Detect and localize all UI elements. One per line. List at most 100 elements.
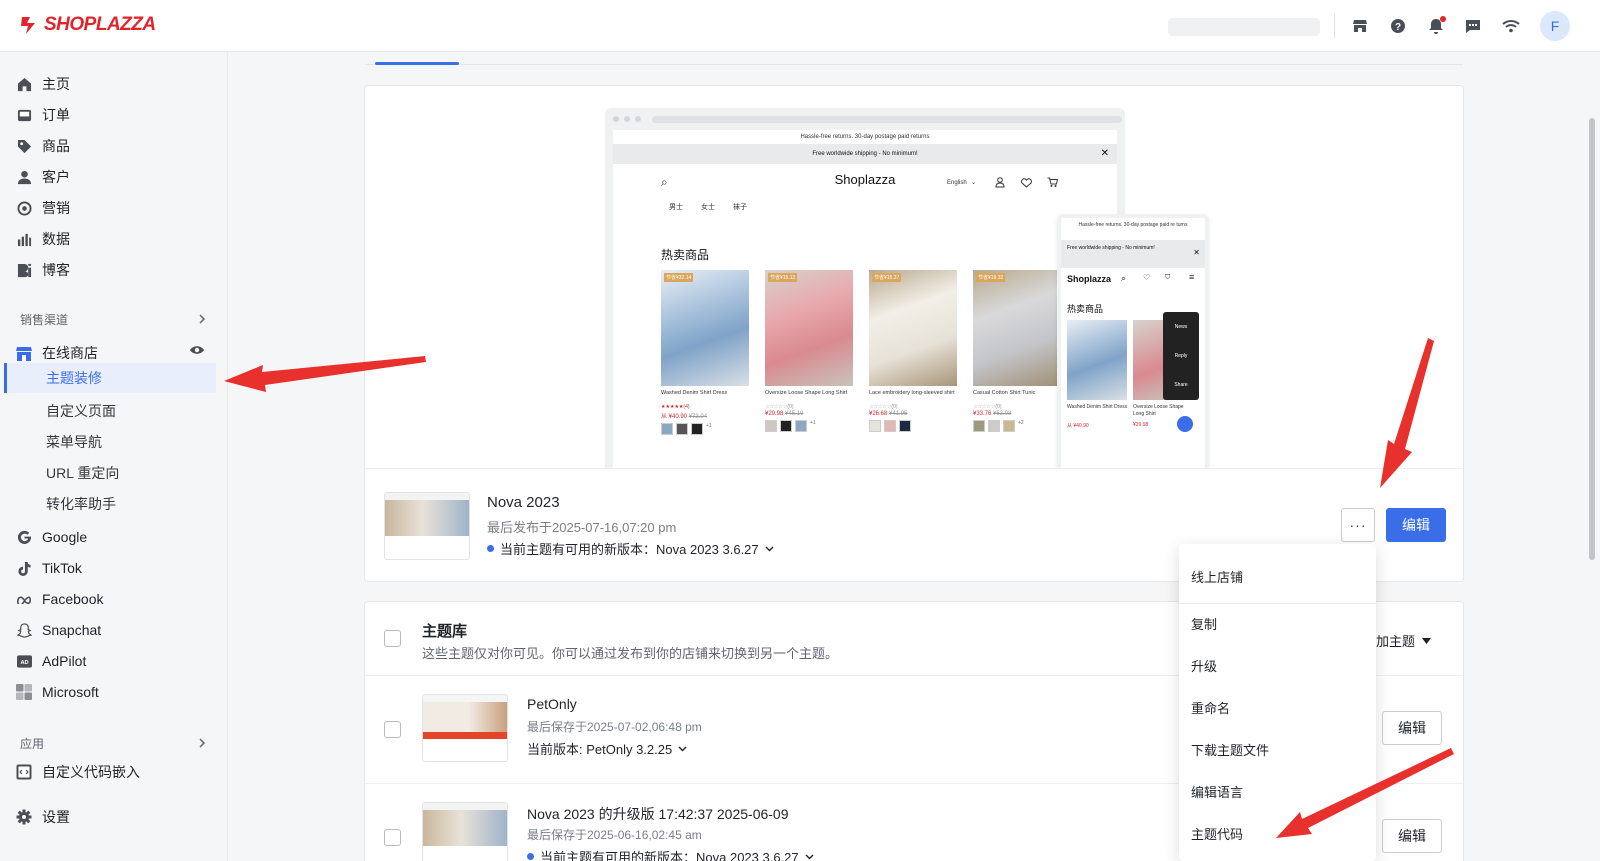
thumb-banner bbox=[423, 732, 507, 739]
more-actions-menu: 线上店铺 复制 升级 重命名 下载主题文件 编辑语言 主题代码 bbox=[1179, 544, 1376, 861]
help-icon[interactable]: ? bbox=[1387, 15, 1409, 37]
product-image: 节省¥15.12 bbox=[765, 270, 853, 386]
thumb-header bbox=[385, 493, 469, 500]
sidebar-subitem-menu-nav[interactable]: 菜单导航 bbox=[46, 430, 102, 454]
user-avatar[interactable]: F bbox=[1540, 11, 1570, 41]
sidebar-item-home[interactable]: 主页 bbox=[16, 71, 70, 97]
brand-wordmark: SHOPLAZZA bbox=[44, 14, 156, 35]
google-icon bbox=[16, 529, 32, 545]
product-price: ¥33.76 bbox=[973, 411, 992, 417]
sidebar-item-marketing[interactable]: 营销 bbox=[16, 195, 70, 221]
chevron-down-icon bbox=[678, 746, 687, 751]
menu-item-upgrade[interactable]: 升级 bbox=[1191, 653, 1217, 677]
theme-version[interactable]: 当前版本: PetOnly 3.2.25 bbox=[527, 739, 687, 758]
product-rating: ☆☆☆☆☆(0) bbox=[869, 404, 898, 410]
meta-icon bbox=[16, 591, 32, 607]
sidebar-item-orders[interactable]: 订单 bbox=[16, 102, 70, 128]
swatch bbox=[884, 420, 896, 432]
sidebar-item-google[interactable]: Google bbox=[16, 524, 87, 550]
sidebar-item-facebook[interactable]: Facebook bbox=[16, 586, 103, 612]
sidebar-item-label: 订单 bbox=[42, 107, 70, 123]
menu-item-online-store[interactable]: 线上店铺 bbox=[1191, 564, 1243, 588]
sidebar-item-settings[interactable]: 设置 bbox=[16, 804, 70, 830]
swatch bbox=[765, 420, 777, 432]
update-text: 当前主题有可用的新版本：Nova 2023 3.6.27 bbox=[500, 542, 759, 557]
sidebar-subitem-themes[interactable]: 主题装修 bbox=[46, 366, 102, 390]
sidebar-item-blog[interactable]: 博客 bbox=[16, 257, 70, 283]
mobile-page: Hassle-free returns. 30-day postage paid… bbox=[1061, 218, 1205, 468]
swatch bbox=[869, 420, 881, 432]
version-text: 当前版本: PetOnly 3.2.25 bbox=[527, 742, 673, 757]
edit-theme-button[interactable]: 编辑 bbox=[1386, 508, 1446, 542]
update-dot bbox=[487, 545, 494, 552]
sidebar-item-label: 主页 bbox=[42, 76, 70, 92]
theme-name: Nova 2023 的升级版 17:42:37 2025-06-09 bbox=[527, 806, 789, 822]
brand-logo[interactable]: SHOPLAZZA bbox=[18, 14, 156, 36]
theme-row-checkbox[interactable] bbox=[384, 829, 401, 846]
edit-theme-button[interactable]: 编辑 bbox=[1382, 819, 1442, 853]
sidebar-subitem-url-redirect[interactable]: URL 重定向 bbox=[46, 461, 119, 485]
sidebar-item-custom-code[interactable]: 自定义代码嵌入 bbox=[16, 759, 140, 785]
menu-item-theme-code[interactable]: 主题代码 bbox=[1191, 821, 1243, 845]
sidebar-item-microsoft[interactable]: Microsoft bbox=[16, 679, 99, 705]
select-all-checkbox[interactable] bbox=[384, 630, 401, 647]
theme-update-notice[interactable]: 当前主题有可用的新版本：Nova 2023 3.6.27 bbox=[487, 539, 774, 558]
theme-saved-date: 最后保存于2025-07-02,06:48 pm bbox=[527, 720, 702, 734]
sidebar-subitem-custom-pages[interactable]: 自定义页面 bbox=[46, 399, 116, 423]
theme-update-notice[interactable]: 当前主题有可用的新版本：Nova 2023 3.6.27 bbox=[527, 847, 814, 861]
tag-icon bbox=[16, 138, 32, 154]
sidebar-item-label: 博客 bbox=[42, 262, 70, 278]
theme-preview[interactable]: Hassle-free returns. 30-day postage paid… bbox=[365, 86, 1463, 469]
shoplazza-logo-icon bbox=[21, 17, 35, 34]
sales-channels-title: 销售渠道 bbox=[20, 313, 69, 327]
shipping-bar: Free worldwide shipping - No minimum! ✕ bbox=[613, 144, 1117, 164]
add-theme-button[interactable]: 加主题 bbox=[1376, 631, 1432, 650]
mobile-store-name: Shoplazza bbox=[1067, 274, 1112, 284]
swatch bbox=[691, 423, 703, 435]
sidebar-item-products[interactable]: 商品 bbox=[16, 133, 70, 159]
sidebar-item-label: 在线商店 bbox=[42, 345, 98, 361]
discount-tag: 节省¥19.32 bbox=[976, 273, 1006, 282]
language-selector: English bbox=[947, 180, 967, 186]
chevron-right-icon[interactable] bbox=[197, 314, 207, 324]
product-name: Washed Denim Shirt Dress bbox=[661, 390, 728, 396]
menu-item-edit-language[interactable]: 编辑语言 bbox=[1191, 779, 1243, 803]
library-description: 这些主题仅对你可见。你可以通过发布到你的店铺来切换到另一个主题。 bbox=[422, 646, 839, 661]
browser-dot bbox=[624, 116, 630, 122]
mobile-preview: Hassle-free returns. 30-day postage paid… bbox=[1057, 214, 1209, 468]
bell-icon[interactable] bbox=[1425, 15, 1447, 37]
sidebar-subitem-conversion[interactable]: 转化率助手 bbox=[46, 492, 116, 516]
menu-item-download[interactable]: 下载主题文件 bbox=[1191, 737, 1269, 761]
scrollbar[interactable] bbox=[1589, 118, 1595, 560]
update-text: 当前主题有可用的新版本：Nova 2023 3.6.27 bbox=[540, 850, 799, 861]
sidebar-item-tiktok[interactable]: TikTok bbox=[16, 555, 82, 581]
shipping-text: Free worldwide shipping - No minimum! bbox=[812, 151, 918, 157]
more-colors: +1 bbox=[706, 423, 712, 429]
sidebar-item-adpilot[interactable]: AD AdPilot bbox=[16, 648, 86, 674]
edit-theme-button[interactable]: 编辑 bbox=[1382, 711, 1442, 745]
sidebar-item-customers[interactable]: 客户 bbox=[16, 164, 70, 190]
wifi-icon[interactable] bbox=[1500, 15, 1522, 37]
heart-icon: ♡ bbox=[1143, 273, 1151, 282]
message-icon[interactable] bbox=[1462, 15, 1484, 37]
sidebar-item-label: Google bbox=[42, 529, 88, 545]
sidebar-item-snapchat[interactable]: Snapchat bbox=[16, 617, 101, 643]
chevron-right-icon[interactable] bbox=[197, 738, 207, 748]
sidebar-item-label: 自定义代码嵌入 bbox=[42, 764, 140, 780]
menu-item-duplicate[interactable]: 复制 bbox=[1191, 611, 1217, 635]
mobile-product-price: ¥29.98 bbox=[1133, 422, 1149, 428]
current-theme-card: Hassle-free returns. 30-day postage paid… bbox=[364, 85, 1464, 582]
sidebar-item-analytics[interactable]: 数据 bbox=[16, 226, 70, 252]
storefront-page: Hassle-free returns. 30-day postage paid… bbox=[613, 130, 1117, 468]
product-image: 节省¥19.32 bbox=[973, 270, 1061, 386]
more-actions-button[interactable]: ··· bbox=[1341, 508, 1375, 542]
thumb-hero bbox=[423, 702, 507, 732]
menu-item-rename[interactable]: 重命名 bbox=[1191, 695, 1230, 719]
store-switcher[interactable] bbox=[1168, 18, 1320, 36]
swatch bbox=[676, 423, 688, 435]
eye-icon[interactable] bbox=[189, 344, 205, 356]
thumb-spacer bbox=[385, 536, 469, 542]
theme-row-checkbox[interactable] bbox=[384, 721, 401, 738]
svg-text:?: ? bbox=[1395, 22, 1401, 33]
store-icon[interactable] bbox=[1349, 15, 1371, 37]
